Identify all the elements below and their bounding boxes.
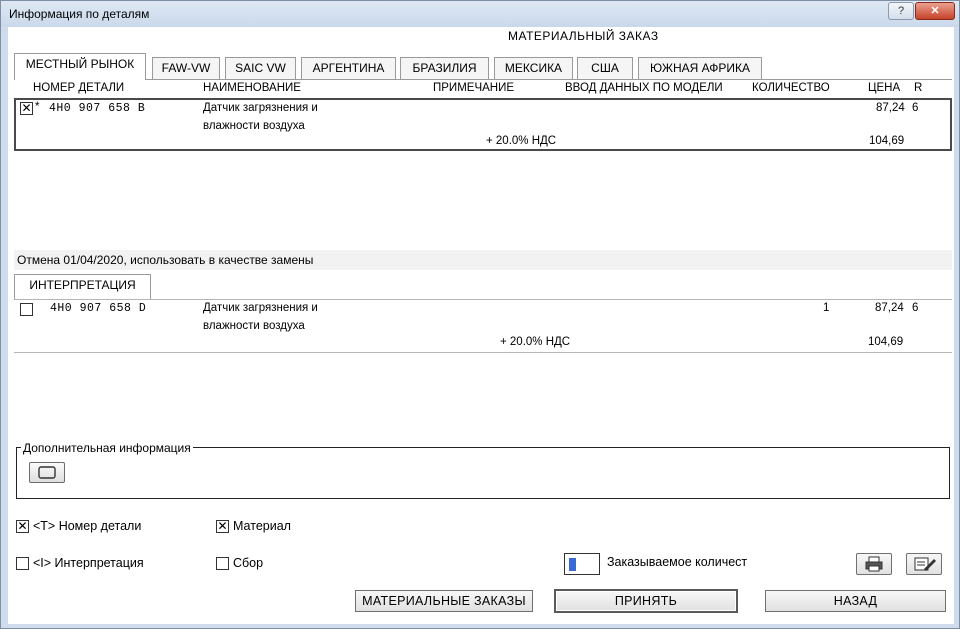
col-quantity: КОЛИЧЕСТВО: [752, 82, 830, 94]
col-model-input: ВВОД ДАННЫХ ПО МОДЕЛИ: [565, 82, 723, 94]
section-title: МАТЕРИАЛЬНЫЙ ЗАКАЗ: [508, 29, 659, 43]
option-part-number-label: <T> Номер детали: [33, 519, 142, 533]
replacement-row-name-line2: влажности воздуха: [203, 320, 305, 332]
print-button[interactable]: [856, 553, 892, 575]
tab-argentina[interactable]: АРГЕНТИНА: [301, 57, 396, 79]
tabs-divider: [14, 79, 952, 80]
close-button[interactable]: ✕: [915, 2, 955, 20]
replacement-row-bottom-line: [14, 352, 952, 353]
tab-usa[interactable]: США: [577, 57, 633, 79]
replacement-notice: Отмена 01/04/2020, использовать в качест…: [17, 253, 314, 267]
main-row-name-line2: влажности воздуха: [203, 120, 305, 132]
main-row-checkbox[interactable]: ✕: [20, 102, 33, 115]
title-bar: Информация по деталям ? ✕: [1, 1, 959, 27]
option-material-checkbox[interactable]: ✕: [216, 520, 229, 533]
edit-button[interactable]: [906, 553, 942, 575]
col-name: НАИМЕНОВАНИЕ: [203, 82, 301, 94]
tab-faw-vw[interactable]: FAW-VW: [152, 57, 220, 79]
tab-local-market[interactable]: МЕСТНЫЙ РЫНОК: [14, 53, 146, 80]
option-part-number-checkbox[interactable]: ✕: [16, 520, 29, 533]
replacement-row-price-with-vat: 104,69: [868, 336, 904, 348]
main-row-marker: *: [35, 101, 40, 113]
material-orders-button[interactable]: МАТЕРИАЛЬНЫЕ ЗАКАЗЫ: [355, 590, 533, 612]
option-assembly-checkbox[interactable]: [216, 557, 229, 570]
edit-icon: [914, 557, 936, 571]
main-row-part-number: 4H0 907 658 B: [49, 102, 146, 115]
replacement-row-part-number: 4H0 907 658 D: [50, 302, 147, 315]
col-part-number: НОМЕР ДЕТАЛИ: [33, 82, 125, 94]
tab-south-africa[interactable]: ЮЖНАЯ АФРИКА: [638, 57, 762, 79]
printer-icon: [865, 556, 883, 572]
main-part-row[interactable]: ✕ * 4H0 907 658 B Датчик загрязнения и в…: [14, 98, 952, 151]
col-r: R: [914, 82, 923, 94]
help-button[interactable]: ?: [888, 2, 914, 20]
replacement-row-name-line1: Датчик загрязнения и: [203, 302, 318, 314]
window-title: Информация по деталям: [9, 7, 150, 21]
option-assembly-label: Сбор: [233, 556, 264, 570]
text-caret: [569, 558, 576, 571]
replacement-row-quantity: 1: [823, 302, 830, 314]
dialog-body: МАТЕРИАЛЬНЫЙ ЗАКАЗ МЕСТНЫЙ РЫНОК FAW-VW …: [8, 27, 954, 624]
additional-info-button[interactable]: [29, 462, 65, 483]
replacement-row-checkbox[interactable]: [20, 303, 33, 316]
replacement-part-row[interactable]: 4H0 907 658 D Датчик загрязнения и влажн…: [14, 299, 952, 352]
replacement-row-vat-label: + 20.0% НДС: [500, 336, 571, 348]
tab-brazil[interactable]: БРАЗИЛИЯ: [400, 57, 489, 79]
document-icon: [38, 466, 56, 479]
back-button[interactable]: НАЗАД: [765, 590, 946, 612]
option-material-label: Материал: [233, 519, 291, 533]
replacement-row-r: 6: [912, 302, 919, 314]
main-row-price: 87,24: [876, 102, 905, 114]
tab-interpretation[interactable]: ИНТЕРПРЕТАЦИЯ: [14, 274, 151, 299]
part-info-window: Информация по деталям ? ✕ МАТЕРИАЛЬНЫЙ З…: [0, 0, 960, 629]
option-interpretation-label: <I> Интерпретация: [33, 556, 144, 570]
order-quantity-input[interactable]: [564, 553, 600, 575]
replacement-row-price: 87,24: [875, 302, 904, 314]
main-row-price-with-vat: 104,69: [869, 135, 905, 147]
additional-info-legend: Дополнительная информация: [21, 441, 193, 455]
tab-mexico[interactable]: МЕКСИКА: [494, 57, 573, 79]
order-quantity-label: Заказываемое количест: [607, 555, 748, 569]
option-interpretation-checkbox[interactable]: [16, 557, 29, 570]
col-price: ЦЕНА: [868, 82, 901, 94]
main-row-name-line1: Датчик загрязнения и: [203, 102, 318, 114]
tab-saic-vw[interactable]: SAIC VW: [225, 57, 296, 79]
main-row-vat-label: + 20.0% НДС: [486, 135, 557, 147]
accept-button[interactable]: ПРИНЯТЬ: [554, 589, 738, 613]
main-row-r: 6: [912, 102, 919, 114]
col-note: ПРИМЕЧАНИЕ: [433, 82, 515, 94]
